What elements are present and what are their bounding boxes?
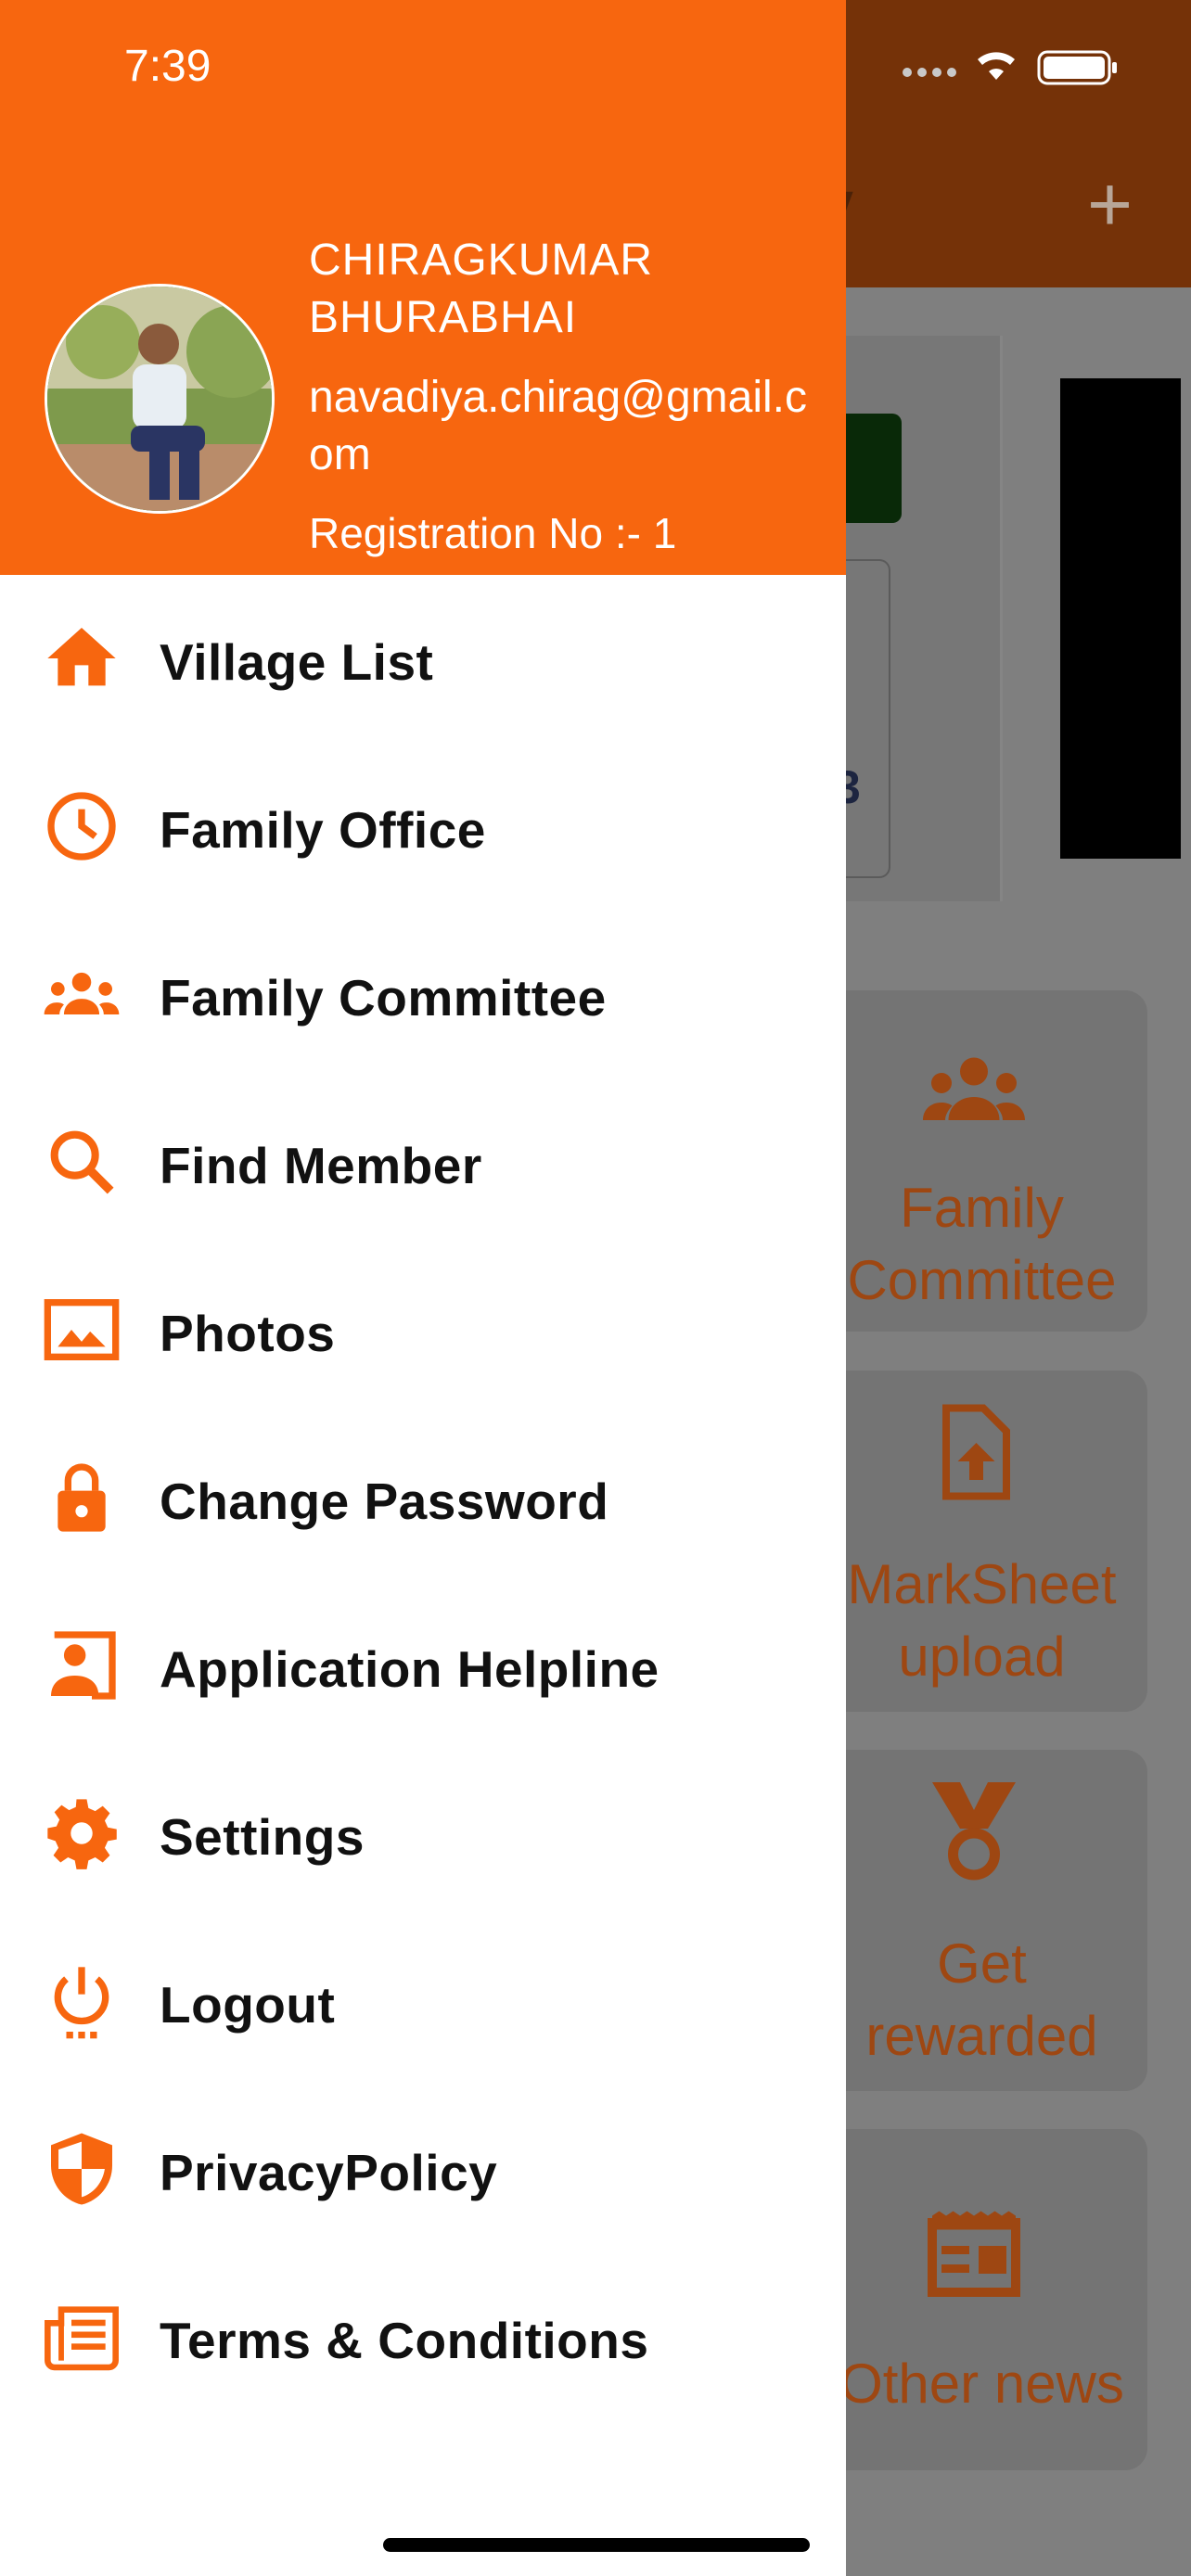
file-upload-icon [942, 1404, 1010, 1500]
menu-item-label: Settings [160, 1808, 365, 1866]
search-icon [50, 1130, 114, 1194]
menu-item-label: Photos [160, 1305, 336, 1362]
shield-icon [51, 2133, 112, 2205]
menu-item-privacy-policy[interactable]: PrivacyPolicy [0, 2085, 846, 2253]
menu-item-label: Family Office [160, 801, 486, 859]
contact-icon [51, 1631, 116, 1700]
newspaper-icon [45, 2306, 119, 2371]
tile-family-committee[interactable]: Family Committee [816, 990, 1147, 1332]
user-email: navadiya.chirag@gmail.com [309, 373, 807, 479]
tile-label: Get rewarded [865, 1932, 1098, 2067]
menu-item-family-committee[interactable]: Family Committee [0, 911, 846, 1078]
lock-icon [58, 1463, 106, 1532]
menu-item-village-list[interactable]: Village List [0, 575, 846, 743]
user-name: CHIRAGKUMAR BHURABHAI [309, 236, 654, 342]
media-placeholder [1060, 378, 1181, 859]
tile-label: Other news [839, 2353, 1124, 2415]
menu-item-change-password[interactable]: Change Password [0, 1414, 846, 1582]
avatar[interactable] [45, 284, 275, 514]
menu-item-find-member[interactable]: Find Member [0, 1078, 846, 1246]
group-icon [44, 972, 120, 1014]
menu-item-application-helpline[interactable]: Application Helpline [0, 1582, 846, 1750]
medal-icon [932, 1782, 1016, 1881]
menu-item-label: Change Password [160, 1473, 609, 1530]
menu-item-photos[interactable]: Photos [0, 1246, 846, 1414]
profile-photo [47, 287, 272, 511]
home-icon [47, 628, 116, 686]
home-indicator[interactable] [383, 2538, 810, 2552]
menu-item-label: Logout [160, 1976, 336, 2034]
menu-item-label: Family Committee [160, 969, 607, 1027]
newspaper-icon [928, 2211, 1020, 2297]
group-icon [923, 1057, 1025, 1120]
navigation-drawer: CHIRAGKUMAR BHURABHAI navadiya.chirag@gm… [0, 0, 846, 2576]
menu-item-label: Terms & Conditions [160, 2312, 649, 2369]
tile-other-news[interactable]: Other news [816, 2129, 1147, 2470]
status-bar-icons [903, 50, 1117, 85]
registration-number: Registration No :- 1 [309, 509, 677, 557]
clock-icon [47, 792, 116, 861]
image-icon [44, 1299, 120, 1360]
tile-marksheet-upload[interactable]: MarkSheet upload [816, 1371, 1147, 1712]
battery-icon [1037, 50, 1117, 85]
menu-item-logout[interactable]: Logout [0, 1918, 846, 2085]
tile-label: MarkSheet upload [847, 1553, 1117, 1688]
gear-icon [47, 1799, 117, 1869]
menu-item-terms-conditions[interactable]: Terms & Conditions [0, 2253, 846, 2421]
power-icon [54, 1967, 109, 2039]
menu-item-label: PrivacyPolicy [160, 2144, 498, 2201]
menu-item-settings[interactable]: Settings [0, 1750, 846, 1918]
menu-item-label: Village List [160, 633, 434, 691]
menu-item-family-office[interactable]: Family Office [0, 743, 846, 911]
tile-label: Family Committee [847, 1177, 1117, 1311]
status-time: 7:39 [124, 42, 211, 91]
add-button[interactable]: + [1087, 165, 1133, 243]
menu-item-label: Find Member [160, 1137, 482, 1194]
wifi-icon [978, 52, 1015, 80]
tile-get-rewarded[interactable]: Get rewarded [816, 1750, 1147, 2091]
menu-item-label: Application Helpline [160, 1640, 660, 1698]
drawer-header: CHIRAGKUMAR BHURABHAI navadiya.chirag@gm… [0, 0, 846, 575]
signal-icon [903, 68, 956, 77]
